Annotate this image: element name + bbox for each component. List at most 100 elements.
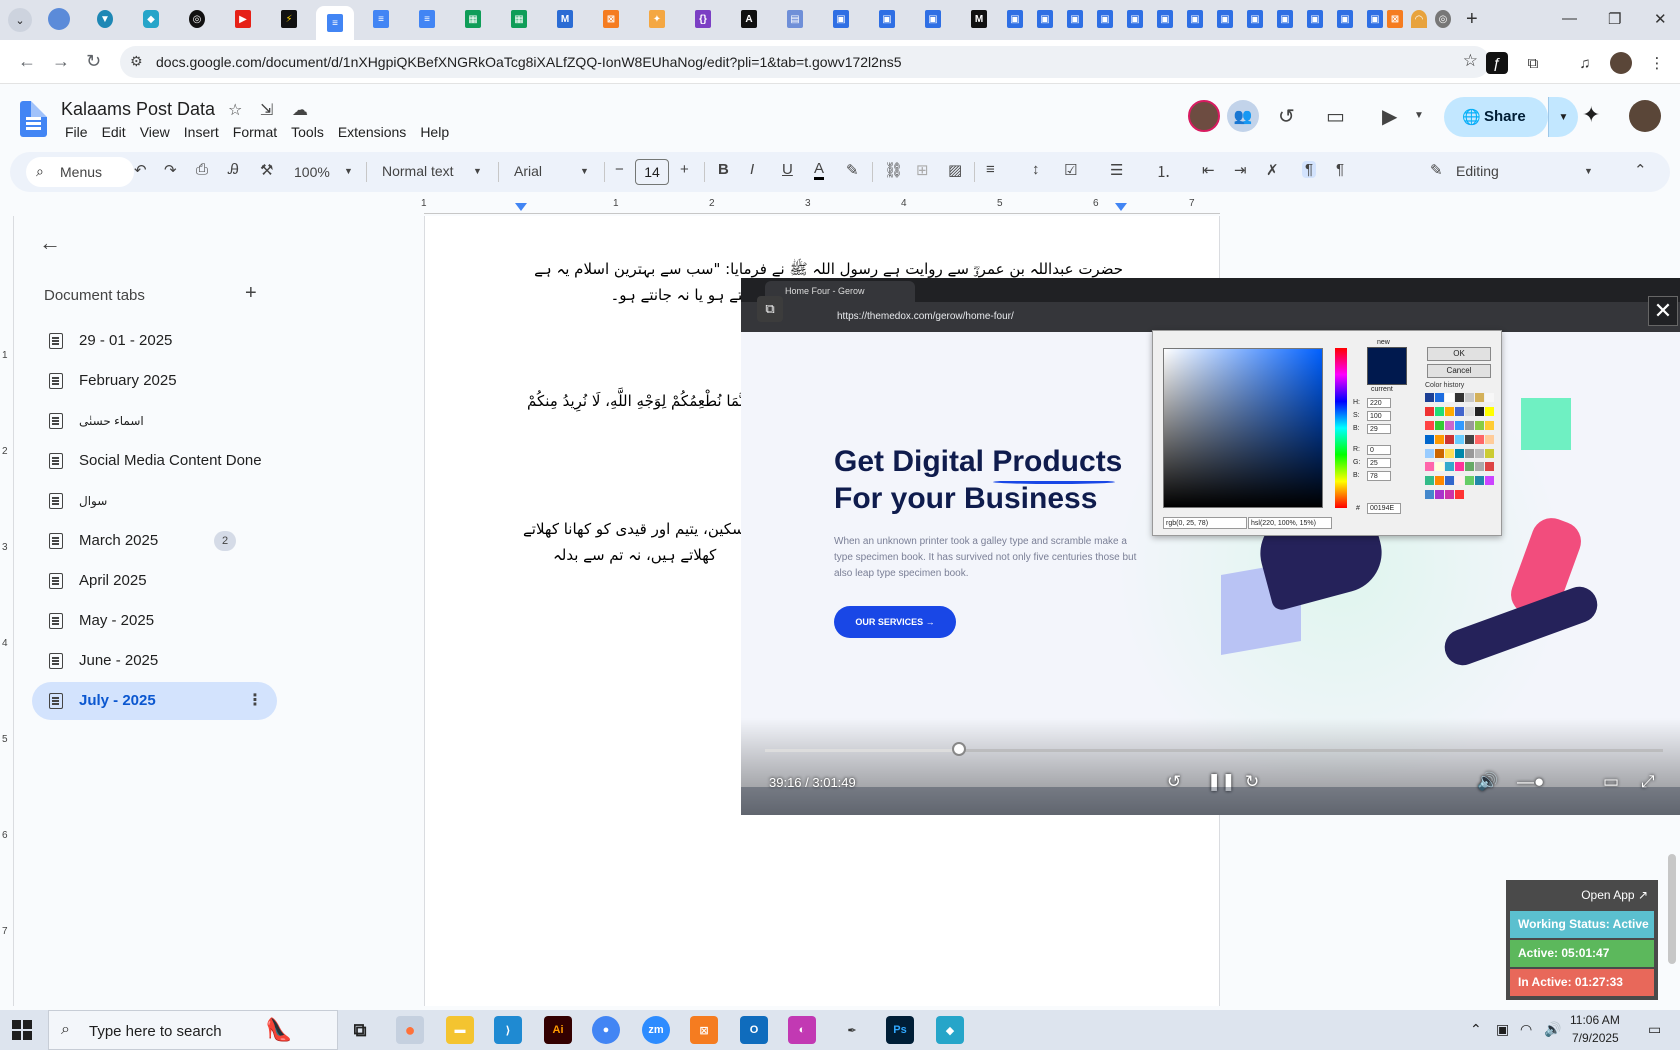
menu-extensions[interactable]: Extensions	[331, 124, 413, 140]
green-input[interactable]: 25	[1367, 458, 1391, 468]
redo-icon[interactable]: ↷	[164, 161, 177, 179]
forward-button[interactable]: →	[52, 51, 70, 72]
picture-in-picture-icon[interactable]: ⧉	[757, 296, 783, 322]
color-swatch[interactable]	[1465, 462, 1474, 472]
document-title[interactable]: Kalaams Post Data	[61, 99, 215, 120]
color-swatch[interactable]	[1445, 434, 1454, 444]
gemini-icon[interactable]: ✦	[1582, 102, 1600, 128]
docs-tab-icon[interactable]: ≡	[416, 8, 438, 30]
forms-tab-icon[interactable]: ▣	[1334, 8, 1356, 30]
taskbar-search-box[interactable]: ⌕ Type here to search 👠	[48, 1010, 338, 1050]
saturation-input[interactable]: 100	[1367, 411, 1391, 421]
color-swatch[interactable]	[1435, 462, 1444, 472]
rgb-readout[interactable]: rgb(0, 25, 78)	[1163, 517, 1247, 529]
people-icon[interactable]: 👥	[1227, 100, 1259, 132]
close-video-button[interactable]: ✕	[1648, 296, 1678, 326]
sidebar-tab[interactable]: اسماء حسنٰی	[32, 402, 277, 440]
docs-tab-icon[interactable]: ≡	[370, 8, 392, 30]
browser-tab-favicon[interactable]: ▼	[94, 8, 116, 30]
font-size-input[interactable]: 14	[635, 159, 669, 185]
rtl-text-icon[interactable]: ¶	[1336, 161, 1344, 178]
active-docs-tab[interactable]: ≡	[316, 6, 354, 40]
color-swatch[interactable]	[1455, 434, 1464, 444]
more-options-icon[interactable]: ⋮	[247, 690, 263, 710]
browser-tab-favicon[interactable]: ✦	[646, 8, 668, 30]
checklist-icon[interactable]: ☑	[1064, 161, 1077, 179]
print-icon[interactable]: ⎙	[196, 161, 208, 178]
color-swatch[interactable]	[1455, 476, 1464, 486]
file-explorer-icon[interactable]: ▬	[446, 1016, 474, 1044]
text-color-icon[interactable]: A	[814, 161, 825, 180]
sidebar-tab[interactable]: June - 2025	[32, 642, 277, 680]
color-swatch[interactable]	[1455, 448, 1464, 458]
undo-icon[interactable]: ↶	[134, 161, 147, 179]
forms-tab-icon[interactable]: ▣	[1304, 8, 1326, 30]
browser-tab-favicon[interactable]: ◎	[186, 8, 208, 30]
bookmark-star-icon[interactable]: ☆	[1463, 51, 1478, 71]
bold-icon[interactable]: B	[718, 161, 729, 178]
version-history-icon[interactable]: ↺	[1278, 104, 1295, 129]
page-scrollbar[interactable]	[1668, 854, 1676, 964]
browser-tab-favicon[interactable]: ◠	[1408, 8, 1430, 30]
insert-image-icon[interactable]: ▨	[948, 161, 962, 179]
sidebar-tab[interactable]: سوال	[32, 482, 277, 520]
xampp-icon[interactable]: ⊠	[690, 1016, 718, 1044]
color-swatch[interactable]	[1475, 406, 1484, 416]
close-window-button[interactable]: ✕	[1654, 10, 1667, 28]
share-button[interactable]: 🌐 Share	[1444, 97, 1548, 137]
photoshop-icon[interactable]: Ps	[886, 1016, 914, 1044]
color-swatch[interactable]	[1435, 490, 1444, 500]
color-swatch[interactable]	[1445, 476, 1454, 486]
add-tab-icon[interactable]: +	[245, 282, 257, 305]
sidebar-tab[interactable]: Social Media Content Done	[32, 442, 277, 480]
menu-file[interactable]: File	[58, 124, 95, 140]
youtube-tab-icon[interactable]: ▶	[232, 8, 254, 30]
color-swatch[interactable]	[1455, 393, 1464, 402]
color-swatch[interactable]	[1455, 462, 1464, 472]
notifications-icon[interactable]: ▭	[1648, 1021, 1661, 1038]
color-swatch[interactable]	[1425, 434, 1434, 444]
color-picker-dialog[interactable]: new current OK Cancel Color history H: 2…	[1152, 330, 1502, 536]
omnibox[interactable]: ⚙ docs.google.com/document/d/1nXHgpiQKBe…	[120, 46, 1490, 78]
profile-avatar[interactable]	[1610, 52, 1632, 74]
color-swatch[interactable]	[1445, 462, 1454, 472]
browser-tab-favicon[interactable]: {}	[692, 8, 714, 30]
bulleted-list-icon[interactable]: ☰	[1110, 161, 1123, 179]
minimize-button[interactable]: —	[1562, 10, 1577, 27]
hex-input[interactable]: 00194E	[1367, 503, 1401, 514]
color-swatch[interactable]	[1485, 462, 1494, 472]
chevron-down-icon[interactable]: ▼	[1414, 110, 1424, 121]
windows-start-icon[interactable]	[12, 1020, 32, 1040]
restore-button[interactable]: ❐	[1608, 10, 1621, 28]
color-swatch[interactable]	[1445, 420, 1454, 430]
color-swatch[interactable]	[1435, 393, 1444, 402]
browser-tab-favicon[interactable]: ▤	[784, 8, 806, 30]
site-info-icon[interactable]: ⚙	[130, 53, 143, 70]
wifi-icon[interactable]: ◠	[1520, 1021, 1532, 1038]
blue-input[interactable]: 78	[1367, 471, 1391, 481]
color-swatch[interactable]	[1445, 393, 1454, 402]
browser-tab-favicon[interactable]: ⊠	[1384, 8, 1406, 30]
color-swatch[interactable]	[1435, 434, 1444, 444]
decrease-font-size-icon[interactable]: −	[615, 161, 624, 178]
align-icon[interactable]: ≡	[986, 161, 995, 178]
move-icon[interactable]: ⇲	[260, 100, 273, 120]
forms-tab-icon[interactable]: ▣	[1154, 8, 1176, 30]
decrease-indent-icon[interactable]: ⇤	[1202, 161, 1215, 179]
forms-tab-icon[interactable]: ▣	[1214, 8, 1236, 30]
color-ok-button[interactable]: OK	[1427, 347, 1491, 361]
color-swatch[interactable]	[1465, 434, 1474, 444]
forms-tab-icon[interactable]: ▣	[1364, 8, 1386, 30]
comments-icon[interactable]: ▭	[1326, 104, 1345, 129]
extension-icon[interactable]: ƒ	[1486, 52, 1508, 74]
open-app-link[interactable]: Open App ↗	[1581, 888, 1648, 902]
browser-tab-favicon[interactable]: A	[738, 8, 760, 30]
color-swatch[interactable]	[1425, 393, 1434, 402]
vscode-icon[interactable]: ⟩	[494, 1016, 522, 1044]
color-swatch[interactable]	[1485, 434, 1494, 444]
clock-date[interactable]: 7/9/2025	[1572, 1031, 1619, 1045]
collaborator-avatar[interactable]	[1188, 100, 1220, 132]
menu-format[interactable]: Format	[226, 124, 284, 140]
browser-tab-favicon[interactable]: ◎	[1432, 8, 1454, 30]
numbered-list-icon[interactable]: ⒈	[1156, 161, 1171, 182]
